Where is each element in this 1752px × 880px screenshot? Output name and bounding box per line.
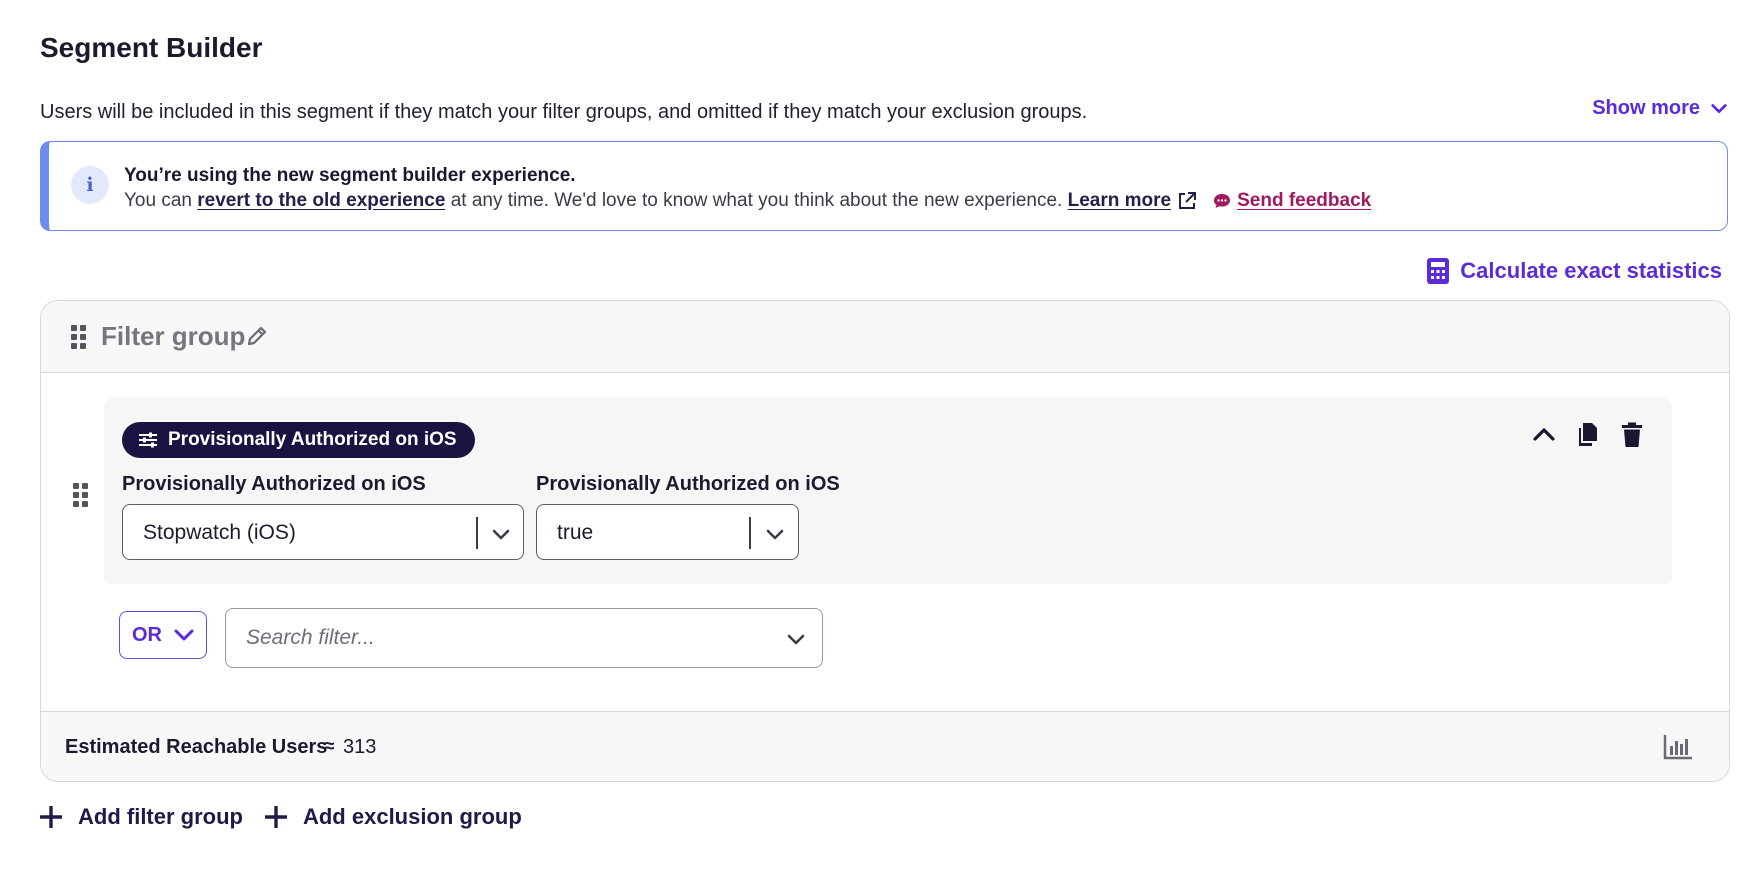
bar-chart-icon[interactable] xyxy=(1663,734,1693,760)
search-filter-input[interactable] xyxy=(246,623,746,653)
filter-chip: Provisionally Authorized on iOS xyxy=(122,422,475,458)
calculator-icon xyxy=(1427,258,1450,284)
chevron-down-icon xyxy=(492,529,510,540)
search-filter-dropdown[interactable] xyxy=(225,608,823,668)
info-banner: i You’re using the new segment builder e… xyxy=(40,141,1728,231)
filter-group-title: Filter group xyxy=(101,321,246,351)
value-select[interactable]: true xyxy=(536,504,799,560)
or-connector-dropdown[interactable]: OR xyxy=(119,611,207,659)
chevron-down-icon xyxy=(174,629,194,641)
chat-bubble-icon xyxy=(1214,194,1231,208)
field1-label: Provisionally Authorized on iOS xyxy=(122,473,426,495)
add-filter-group-button[interactable]: Add filter group xyxy=(40,804,243,830)
trash-icon[interactable] xyxy=(1620,422,1644,448)
send-feedback-label: Send feedback xyxy=(1237,190,1372,211)
external-link-icon[interactable] xyxy=(1177,191,1197,211)
group-drag-handle-icon[interactable] xyxy=(71,325,86,349)
chevron-up-icon[interactable] xyxy=(1532,422,1556,448)
add-exclusion-group-button[interactable]: Add exclusion group xyxy=(264,804,522,830)
sliders-icon xyxy=(139,432,157,448)
edit-pencil-icon[interactable] xyxy=(245,324,269,348)
filter-group: Filter group Provisionally Authorized on… xyxy=(40,300,1730,782)
filter-group-footer: Estimated Reachable Users ≈ 313 xyxy=(41,711,1729,781)
copy-icon[interactable] xyxy=(1576,422,1600,448)
banner-body-prefix: You can xyxy=(124,190,192,211)
select-separator xyxy=(749,517,751,549)
banner-body: You can revert to the old experience at … xyxy=(124,190,1371,212)
filter-card: Provisionally Authorized on iOS Provisio… xyxy=(104,398,1672,584)
plus-icon xyxy=(40,806,62,828)
learn-more-link[interactable]: Learn more xyxy=(1068,190,1171,212)
show-more-label: Show more xyxy=(1592,97,1700,119)
estimate-label: Estimated Reachable Users xyxy=(65,736,328,758)
calculate-statistics-button[interactable]: Calculate exact statistics xyxy=(1426,257,1722,285)
show-more-button[interactable]: Show more xyxy=(1592,97,1728,120)
filter-card-actions xyxy=(1532,422,1644,448)
chevron-down-icon xyxy=(766,529,784,540)
value-select-value: true xyxy=(557,521,594,544)
filter-chip-label: Provisionally Authorized on iOS xyxy=(168,429,457,450)
filter-group-body: Provisionally Authorized on iOS Provisio… xyxy=(41,373,1729,711)
page-title: Segment Builder xyxy=(40,32,263,63)
estimate-approx-sign: ≈ xyxy=(324,736,335,757)
send-feedback-link[interactable]: Send feedback xyxy=(1213,190,1371,212)
revert-link[interactable]: revert to the old experience xyxy=(197,190,445,212)
plus-icon xyxy=(264,806,287,828)
page-description: Users will be included in this segment i… xyxy=(40,101,1088,123)
filter-group-header: Filter group xyxy=(41,301,1729,373)
add-filter-group-label: Add filter group xyxy=(78,804,243,829)
banner-title: You’re using the new segment builder exp… xyxy=(124,165,576,186)
filter-drag-handle-icon[interactable] xyxy=(73,483,88,507)
calculate-statistics-label: Calculate exact statistics xyxy=(1460,258,1722,283)
chevron-down-icon xyxy=(1711,103,1727,113)
app-select[interactable]: Stopwatch (iOS) xyxy=(122,504,524,560)
add-group-actions: Add filter group Add exclusion group xyxy=(40,804,522,830)
chevron-down-icon xyxy=(787,634,805,645)
select-separator xyxy=(476,517,478,549)
banner-body-suffix: at any time. We'd love to know what you … xyxy=(450,190,1063,211)
info-icon: i xyxy=(71,166,109,204)
or-connector-label: OR xyxy=(132,623,162,646)
field2-label: Provisionally Authorized on iOS xyxy=(536,473,840,495)
add-exclusion-group-label: Add exclusion group xyxy=(302,804,522,829)
estimate-value: 313 xyxy=(343,736,377,758)
app-select-value: Stopwatch (iOS) xyxy=(143,521,296,544)
